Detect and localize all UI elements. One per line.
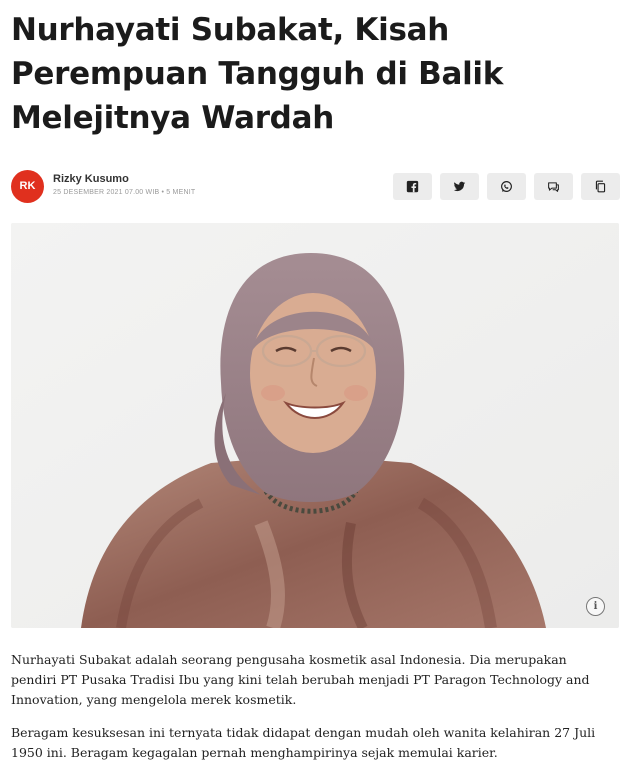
share-facebook-button[interactable] [393,173,432,200]
whatsapp-icon [501,181,512,192]
share-bar [393,173,620,200]
author-name[interactable]: Rizky Kusumo [53,173,129,185]
article-photo: i [11,223,619,628]
publish-date: 25 DESEMBER 2021 07.00 WIB • 5 MENIT [53,189,196,196]
comment-button[interactable] [534,173,573,200]
copy-icon [595,180,606,193]
article-paragraph: Beragam kesuksesan ini ternyata tidak di… [11,725,596,760]
article-paragraph: Nurhayati Subakat adalah seorang pengusa… [11,652,590,707]
share-whatsapp-button[interactable] [487,173,526,200]
author-meta: RK Rizky Kusumo 25 DESEMBER 2021 07.00 W… [11,170,620,204]
comment-icon [548,182,559,192]
portrait-illustration [11,223,619,628]
facebook-icon [406,180,419,193]
author-avatar[interactable]: RK [11,170,44,203]
article-title: Nurhayati Subakat, Kisah Perempuan Tangg… [11,12,504,136]
photo-info-button[interactable]: i [586,597,605,616]
twitter-icon [453,181,466,192]
copy-link-button[interactable] [581,173,620,200]
article-page: Nurhayati Subakat, Kisah Perempuan Tangg… [0,0,631,775]
share-twitter-button[interactable] [440,173,479,200]
